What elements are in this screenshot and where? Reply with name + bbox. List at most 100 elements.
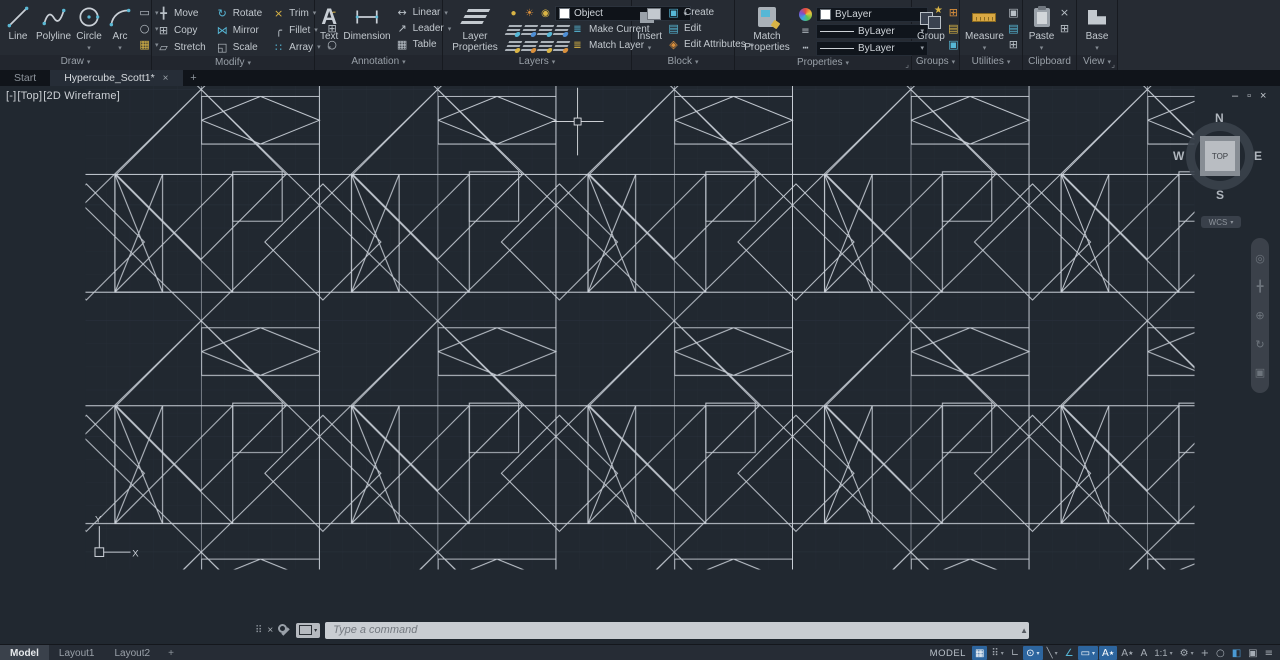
layer-freeze-icon[interactable] <box>521 25 538 35</box>
measure-button[interactable]: Measure ▾ <box>965 3 1004 54</box>
circle-button[interactable]: Circle ▾ <box>76 3 102 54</box>
viewport-view-control[interactable]: [Top] <box>17 90 42 102</box>
array-button[interactable]: ∷Array▾ <box>272 39 320 55</box>
polyline-button[interactable]: Polyline <box>36 3 71 42</box>
hardware-acceleration-button[interactable]: ◧ <box>1229 646 1244 660</box>
layer-unlock-icon[interactable]: ◉ <box>539 8 552 19</box>
object-snap-tracking-toggle[interactable]: ∠ <box>1062 646 1077 660</box>
viewcube-top-face[interactable]: TOP <box>1200 136 1240 176</box>
copy-button[interactable]: ⊞Copy <box>157 22 206 38</box>
quick-calc-button[interactable]: ▤ <box>1007 22 1020 35</box>
grid-toggle[interactable]: ▦ <box>972 646 987 660</box>
drag-grip-icon[interactable]: ⠿ <box>255 625 262 636</box>
viewcube-south[interactable]: S <box>1216 188 1224 202</box>
close-icon[interactable]: × <box>267 625 273 636</box>
viewcube-east[interactable]: E <box>1254 149 1262 163</box>
viewcube-west[interactable]: W <box>1173 149 1184 163</box>
zoom-extents-icon[interactable]: ⊕ <box>1255 310 1264 321</box>
customization-menu-button[interactable]: ≡ <box>1262 646 1276 660</box>
full-navigation-wheel-icon[interactable]: ◎ <box>1255 253 1265 264</box>
rotate-button[interactable]: ↻Rotate <box>216 5 262 21</box>
snap-toggle[interactable]: ⠿▾ <box>988 646 1006 660</box>
panel-title-properties[interactable]: Properties▾ <box>735 56 911 71</box>
autoscale-toggle[interactable]: A★ <box>1118 646 1136 660</box>
viewcube-north[interactable]: N <box>1215 111 1224 125</box>
paste-button[interactable]: Paste ▾ <box>1028 3 1055 54</box>
object-snap-toggle[interactable]: ▭▾ <box>1078 646 1098 660</box>
drawing-canvas[interactable]: Y X <box>0 86 1280 644</box>
text-button[interactable]: A Text ▾ <box>320 3 338 54</box>
trim-button[interactable]: ×Trim▾ <box>272 5 320 21</box>
tab-start[interactable]: Start <box>0 70 50 86</box>
layer-unlock-all-icon[interactable] <box>553 41 570 51</box>
isolate-objects-button[interactable]: ○ <box>1213 646 1228 660</box>
orbit-icon[interactable]: ↻ <box>1255 339 1264 350</box>
insert-button[interactable]: Insert ▾ <box>637 3 662 54</box>
group-edit-button[interactable]: ▤ <box>947 22 960 35</box>
group-select-button[interactable]: ▣ <box>947 38 960 51</box>
fillet-button[interactable]: ╭Fillet▾ <box>272 22 320 38</box>
clean-screen-button[interactable]: ▣ <box>1245 646 1260 660</box>
dialog-launcher-icon[interactable]: ⌟ <box>905 60 909 69</box>
panel-title-groups[interactable]: Groups▾ <box>912 55 959 70</box>
panel-title-block[interactable]: Block▾ <box>632 55 734 70</box>
stretch-button[interactable]: ▱Stretch <box>157 39 206 55</box>
wcs-menu[interactable]: WCS ▾ <box>1201 216 1241 228</box>
layer-thaw-all-icon[interactable] <box>521 41 538 51</box>
scale-selector[interactable]: 1:1▾ <box>1151 646 1175 660</box>
panel-title-utilities[interactable]: Utilities▾ <box>960 55 1022 70</box>
layout1-tab[interactable]: Layout1 <box>49 645 105 660</box>
panel-title-clipboard[interactable]: Clipboard <box>1023 55 1076 70</box>
quick-select-button[interactable]: ▣ <box>1007 6 1020 19</box>
layer-thaw-icon[interactable]: ☀ <box>523 8 536 19</box>
layer-unisolate-icon[interactable] <box>505 41 522 51</box>
recent-commands-button[interactable]: ▾ <box>296 623 320 638</box>
dimension-button[interactable]: Dimension <box>343 3 390 42</box>
ungroup-button[interactable]: ⊞ <box>947 6 960 19</box>
move-button[interactable]: ╋Move <box>157 5 206 21</box>
layer-off-icon[interactable] <box>537 25 554 35</box>
mirror-button[interactable]: ⋈Mirror <box>216 22 262 38</box>
viewport-visual-style-control[interactable]: [2D Wireframe] <box>43 90 120 102</box>
panel-title-modify[interactable]: Modify▾ <box>152 56 314 71</box>
isodraft-toggle[interactable]: ╲▾ <box>1044 646 1061 660</box>
arc-button[interactable]: Arc ▾ <box>107 3 133 54</box>
match-properties-button[interactable]: Match Properties <box>740 3 794 53</box>
minimize-icon[interactable]: – <box>1232 90 1238 102</box>
close-icon[interactable]: × <box>163 73 169 84</box>
group-button[interactable]: ★ Group <box>917 3 945 42</box>
scale-button[interactable]: ◱Scale <box>216 39 262 55</box>
model-space-label[interactable]: MODEL <box>930 648 966 659</box>
id-point-button[interactable]: ⊞ <box>1007 38 1020 51</box>
command-history-icon[interactable]: ▲ <box>1020 626 1028 635</box>
panel-title-draw[interactable]: Draw▾ <box>0 55 151 70</box>
layer-properties-button[interactable]: Layer Properties <box>448 3 502 53</box>
cut-button[interactable]: × <box>1058 6 1071 19</box>
layout2-tab[interactable]: Layout2 <box>104 645 160 660</box>
annotation-scale-button[interactable]: A <box>1138 646 1151 660</box>
tab-drawing[interactable]: Hypercube_Scott1* × <box>50 70 182 86</box>
layer-on-all-icon[interactable] <box>537 41 554 51</box>
line-button[interactable]: Line <box>5 3 31 42</box>
dialog-launcher-icon[interactable]: ⌟ <box>1111 60 1115 69</box>
base-button[interactable]: Base ▾ <box>1082 3 1112 54</box>
crosshair-tracker[interactable]: + <box>1198 646 1212 660</box>
layer-lock-icon[interactable] <box>553 25 570 35</box>
copy-clip-button[interactable]: ⊞ <box>1058 22 1071 35</box>
showmotion-icon[interactable]: ▣ <box>1255 367 1265 378</box>
panel-title-annotation[interactable]: Annotation▾ <box>315 55 442 70</box>
new-layout-button[interactable]: + <box>160 645 182 660</box>
close-icon[interactable]: × <box>1260 90 1266 102</box>
layer-isolate-icon[interactable] <box>505 25 522 35</box>
ortho-toggle[interactable]: ∟ <box>1008 646 1022 660</box>
annotation-visibility-toggle[interactable]: A★ <box>1099 646 1117 660</box>
pan-icon[interactable]: ╋ <box>1257 281 1264 292</box>
panel-title-layers[interactable]: Layers▾ <box>443 55 631 70</box>
customize-wrench-icon[interactable] <box>278 624 291 637</box>
polar-tracking-toggle[interactable]: ⊙▾ <box>1023 646 1042 660</box>
viewport-menu-control[interactable]: [-] <box>6 90 16 102</box>
workspace-settings-button[interactable]: ⚙▾ <box>1177 646 1197 660</box>
layer-on-icon[interactable]: ● <box>507 8 520 19</box>
restore-icon[interactable]: ▫ <box>1247 90 1251 102</box>
new-drawing-tab-button[interactable]: + <box>183 70 205 86</box>
